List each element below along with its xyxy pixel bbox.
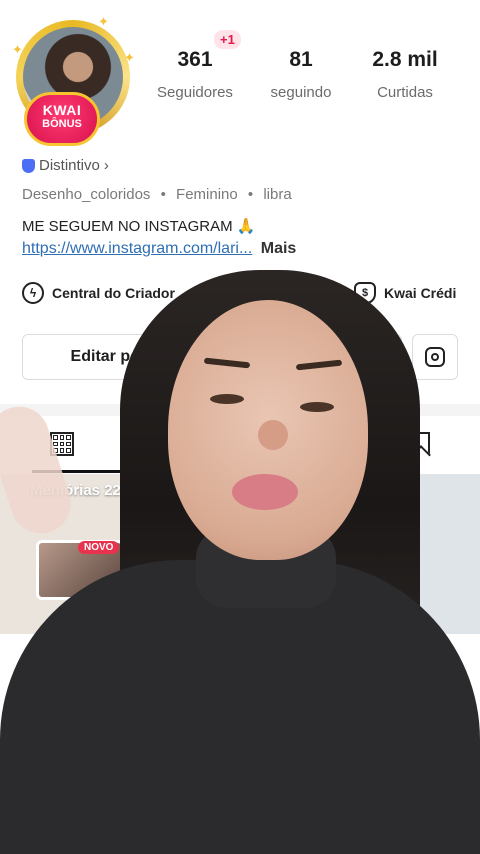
shield-icon: [22, 158, 35, 173]
stat-value: 361: [177, 48, 213, 71]
video-overlay-person: [0, 270, 480, 854]
tag-item: libra: [263, 186, 292, 203]
tag-separator: •: [160, 186, 166, 203]
tag-separator: •: [247, 186, 254, 203]
stat-value: 81: [289, 48, 313, 71]
more-button[interactable]: Mais: [261, 240, 297, 257]
person-lips: [232, 474, 298, 510]
stat-value: 2.8 mil: [372, 48, 438, 71]
profile-link-row: https://www.instagram.com/lari... Mais: [22, 240, 296, 258]
stat-label: Curtidas: [377, 84, 433, 101]
profile-tags: Desenho_coloridos • Feminino • libra: [22, 186, 292, 203]
kwai-badge-line2: BÔNUS: [42, 118, 82, 130]
sparkle-icon: ✦: [98, 14, 109, 29]
stat-label: Seguidores: [157, 84, 233, 101]
new-followers-badge: +1: [214, 30, 241, 49]
stat-followers[interactable]: 361 Seguidores: [140, 48, 250, 101]
distintivo-label: Distintivo: [39, 157, 100, 174]
right-eye: [300, 402, 334, 412]
kwai-badge-line1: KWAI: [42, 102, 82, 118]
left-eye: [210, 394, 244, 404]
profile-avatar[interactable]: ✦ ✦ ✦ KWAI BÔNUS: [12, 14, 135, 146]
distintivo-link[interactable]: Distintivo ›: [22, 157, 109, 174]
chevron-right-icon: ›: [103, 157, 109, 174]
stat-following[interactable]: 81 seguindo: [246, 48, 356, 101]
sparkle-icon: ✦: [12, 42, 23, 57]
person-nose: [258, 420, 288, 450]
profile-stats: 361 Seguidores 81 seguindo 2.8 mil Curti…: [140, 48, 480, 118]
waving-hand: [0, 398, 79, 542]
sparkle-icon: ✦: [124, 50, 135, 65]
stat-likes[interactable]: 2.8 mil Curtidas: [350, 48, 460, 101]
tag-item: Feminino: [176, 186, 238, 203]
profile-link[interactable]: https://www.instagram.com/lari...: [22, 240, 252, 257]
stat-label: seguindo: [270, 84, 332, 101]
tag-item: Desenho_coloridos: [22, 186, 151, 203]
kwai-bonus-badge[interactable]: KWAI BÔNUS: [24, 92, 100, 146]
profile-bio: ME SEGUEM NO INSTAGRAM 🙏: [22, 218, 256, 235]
